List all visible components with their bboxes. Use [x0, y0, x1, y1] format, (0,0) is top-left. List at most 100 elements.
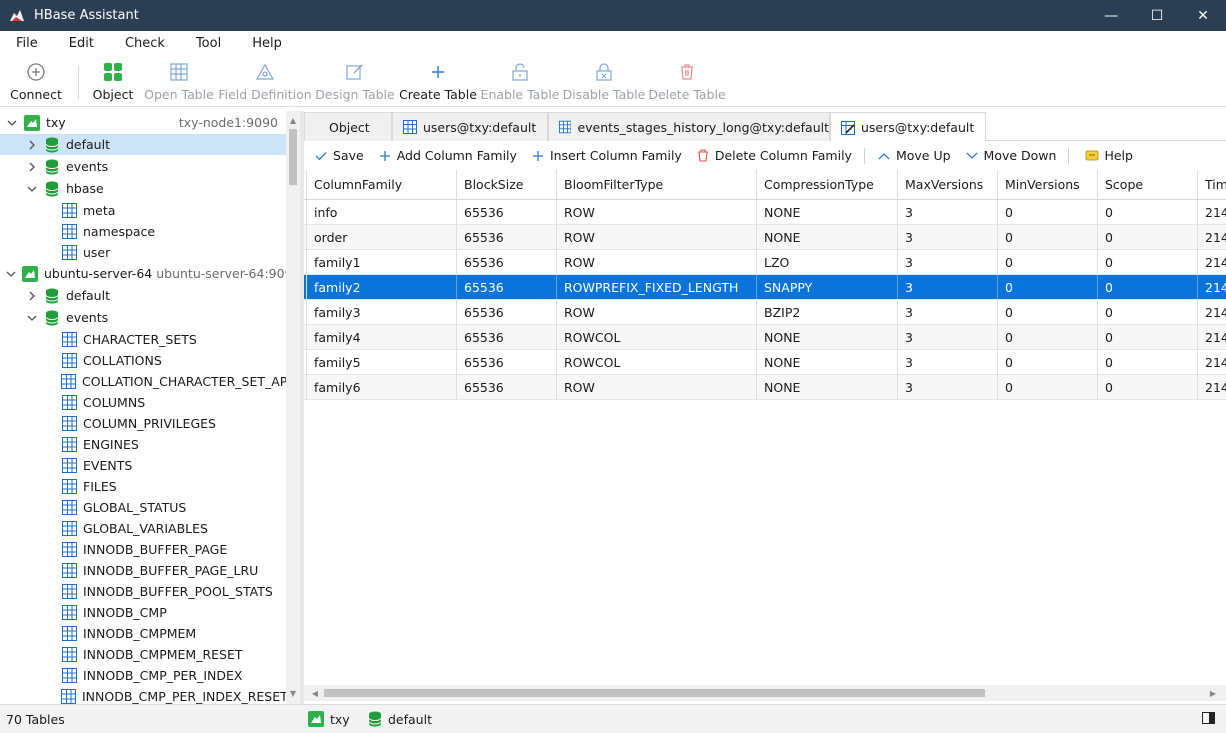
grid-cell[interactable]: family6 — [307, 375, 457, 399]
chevron-down-icon[interactable] — [26, 312, 38, 324]
chevron-down-icon[interactable] — [6, 117, 18, 129]
tree-table-item[interactable]: COLUMN_PRIVILEGES — [0, 413, 286, 434]
chevron-right-icon[interactable] — [26, 290, 38, 302]
tree-namespace-default-2[interactable]: default — [0, 285, 286, 306]
tree-table-item[interactable]: COLLATION_CHARACTER_SET_APPL — [0, 371, 286, 392]
grid-cell[interactable]: ROWPREFIX_FIXED_LENGTH — [557, 275, 757, 299]
scroll-up-icon[interactable]: ▲ — [286, 113, 300, 127]
grid-cell[interactable]: 0 — [998, 325, 1098, 349]
tree-namespace-events-2[interactable]: events — [0, 307, 286, 328]
grid-cell[interactable]: NONE — [757, 200, 898, 224]
grid-cell[interactable]: 2147483647 — [1198, 250, 1226, 274]
grid-cell[interactable]: family1 — [307, 250, 457, 274]
grid-cell[interactable]: 65536 — [457, 225, 557, 249]
maximize-button[interactable]: ☐ — [1134, 0, 1180, 31]
scroll-left-icon[interactable]: ◀ — [308, 686, 322, 700]
table-row[interactable]: family165536ROWLZO3002147483647 — [304, 250, 1226, 275]
grid-cell[interactable]: info — [307, 200, 457, 224]
menu-check[interactable]: Check — [109, 36, 180, 51]
menu-edit[interactable]: Edit — [53, 36, 109, 51]
tab-events-stages[interactable]: events_stages_history_long@txy:default — [548, 112, 830, 141]
grid-cell[interactable]: 2147483647 — [1198, 275, 1226, 299]
panel-toggle-icon[interactable] — [1202, 712, 1215, 724]
grid-cell[interactable]: 3 — [898, 350, 998, 374]
grid-cell[interactable]: NONE — [757, 350, 898, 374]
column-header[interactable]: BloomFilterType — [557, 170, 757, 199]
create-table-button[interactable]: Create Table — [397, 55, 479, 107]
tree-table-item[interactable]: INNODB_CMPMEM — [0, 623, 286, 644]
move-up-button[interactable]: Move Up — [877, 148, 951, 163]
tree-table-item[interactable]: COLUMNS — [0, 392, 286, 413]
help-button[interactable]: Help — [1085, 148, 1133, 163]
tree-table-item[interactable]: INNODB_BUFFER_PAGE — [0, 539, 286, 560]
grid-cell[interactable]: LZO — [757, 250, 898, 274]
grid-cell[interactable]: 0 — [998, 275, 1098, 299]
save-button[interactable]: Save — [314, 148, 364, 163]
menu-help[interactable]: Help — [236, 36, 297, 51]
table-row[interactable]: family565536ROWCOLNONE3002147483647 — [304, 350, 1226, 375]
tree-table-item[interactable]: COLLATIONS — [0, 350, 286, 371]
move-down-button[interactable]: Move Down — [965, 148, 1056, 163]
column-header[interactable]: MaxVersions — [898, 170, 998, 199]
table-row[interactable]: family665536ROWNONE3002147483647 — [304, 375, 1226, 400]
table-row[interactable]: family365536ROWBZIP23002147483647 — [304, 300, 1226, 325]
field-definition-button[interactable]: Field Definition — [217, 55, 313, 107]
column-header[interactable]: BlockSize — [457, 170, 557, 199]
grid-cell[interactable]: family5 — [307, 350, 457, 374]
tab-users-1[interactable]: users@txy:default — [392, 112, 548, 141]
grid-cell[interactable]: NONE — [757, 225, 898, 249]
open-table-button[interactable]: Open Table — [141, 55, 217, 107]
close-button[interactable]: ✕ — [1180, 0, 1226, 31]
grid-cell[interactable]: NONE — [757, 325, 898, 349]
grid-cell[interactable]: 0 — [1098, 275, 1198, 299]
grid-cell[interactable]: 2147483647 — [1198, 325, 1226, 349]
grid-cell[interactable]: 0 — [1098, 325, 1198, 349]
tree-namespace-default[interactable]: default — [0, 134, 286, 155]
delete-table-button[interactable]: Delete Table — [647, 55, 727, 107]
chevron-right-icon[interactable] — [26, 161, 38, 173]
grid-cell[interactable]: family2 — [307, 275, 457, 299]
grid-cell[interactable]: BZIP2 — [757, 300, 898, 324]
menu-file[interactable]: File — [0, 36, 53, 51]
grid-cell[interactable]: 65536 — [457, 375, 557, 399]
grid-cell[interactable]: 2147483647 — [1198, 225, 1226, 249]
grid-cell[interactable]: 3 — [898, 325, 998, 349]
grid-cell[interactable]: SNAPPY — [757, 275, 898, 299]
grid-cell[interactable]: 3 — [898, 250, 998, 274]
tree-namespace-events[interactable]: events — [0, 156, 286, 177]
insert-column-family-button[interactable]: Insert Column Family — [531, 148, 682, 163]
tree-table-item[interactable]: ENGINES — [0, 434, 286, 455]
scroll-down-icon[interactable]: ▼ — [286, 686, 300, 700]
tree-table-item[interactable]: INNODB_CMPMEM_RESET — [0, 644, 286, 665]
design-table-button[interactable]: Design Table — [313, 55, 397, 107]
column-header[interactable]: TimeToLive — [1198, 170, 1226, 199]
table-row[interactable]: info65536ROWNONE3002147483647 — [304, 200, 1226, 225]
grid-cell[interactable]: ROWCOL — [557, 325, 757, 349]
table-row[interactable]: family465536ROWCOLNONE3002147483647 — [304, 325, 1226, 350]
grid-cell[interactable]: NONE — [757, 375, 898, 399]
grid-cell[interactable]: ROWCOL — [557, 350, 757, 374]
grid-cell[interactable]: 2147483647 — [1198, 300, 1226, 324]
tab-users-design[interactable]: users@txy:default — [830, 112, 986, 142]
chevron-down-icon[interactable] — [6, 268, 16, 280]
menu-tool[interactable]: Tool — [180, 36, 236, 51]
grid-cell[interactable]: 0 — [998, 250, 1098, 274]
tree-table-item[interactable]: user — [0, 242, 286, 263]
tree-table-item[interactable]: meta — [0, 200, 286, 221]
grid-horizontal-scrollbar[interactable]: ◀ ▶ — [304, 685, 1226, 701]
tree-scroll-thumb[interactable] — [289, 129, 297, 185]
grid-cell[interactable]: 0 — [1098, 225, 1198, 249]
tree-connection-ubuntu[interactable]: ubuntu-server-64 ubuntu-server-64:9090 — [0, 263, 286, 284]
tree-table-item[interactable]: INNODB_CMP_PER_INDEX_RESET — [0, 686, 286, 704]
grid-cell[interactable]: 3 — [898, 375, 998, 399]
grid-cell[interactable]: 0 — [1098, 300, 1198, 324]
chevron-right-icon[interactable] — [26, 139, 38, 151]
connect-button[interactable]: Connect — [0, 55, 72, 107]
grid-cell[interactable]: 0 — [998, 200, 1098, 224]
tree-namespace-hbase[interactable]: hbase — [0, 178, 286, 199]
tree-table-item[interactable]: INNODB_CMP — [0, 602, 286, 623]
tree-table-item[interactable]: GLOBAL_STATUS — [0, 497, 286, 518]
grid-cell[interactable]: 65536 — [457, 200, 557, 224]
grid-cell[interactable]: 65536 — [457, 250, 557, 274]
grid-cell[interactable]: 2147483647 — [1198, 375, 1226, 399]
